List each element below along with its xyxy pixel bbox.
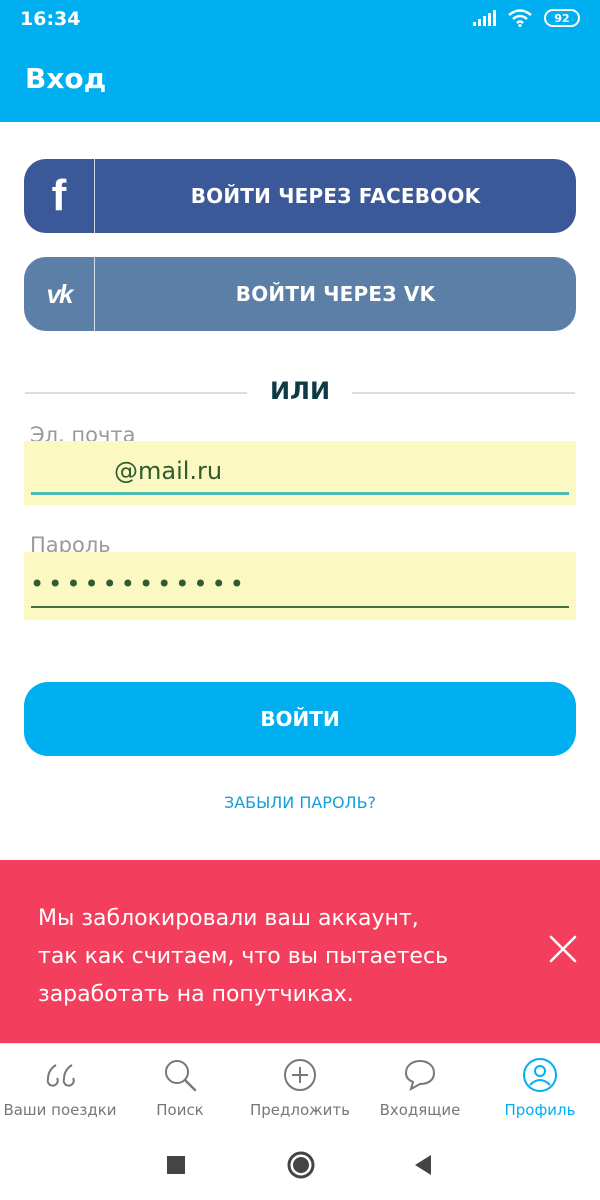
banner-line: так как считаем, что вы пытаетесь (38, 944, 449, 969)
chat-icon (404, 1059, 436, 1092)
password-field[interactable]: •••••••••••• (24, 552, 576, 620)
back-icon[interactable] (413, 1154, 433, 1176)
status-time: 16:34 (20, 8, 81, 30)
bottom-nav: Ваши поездки Поиск Предложить Входящие П… (0, 1043, 600, 1128)
wifi-icon (508, 9, 532, 27)
app-bar: Вход (0, 38, 600, 122)
nav-label: Профиль (504, 1101, 576, 1119)
status-bar: 16:34 92 (0, 0, 600, 38)
search-icon (165, 1060, 197, 1092)
page-title: Вход (25, 62, 107, 95)
email-underline (31, 492, 569, 495)
signal-icon (473, 10, 496, 26)
blocked-account-banner: Мы заблокировали ваш аккаунт, так как сч… (0, 860, 600, 1043)
nav-label: Поиск (156, 1101, 204, 1119)
forgot-password-label: ЗАБЫЛИ ПАРОЛЬ? (223, 793, 377, 812)
login-button-label: ВОЙТИ (260, 707, 340, 731)
facebook-icon: f (24, 159, 95, 233)
battery-level: 92 (554, 11, 570, 25)
nav-item-offer[interactable]: Предложить (240, 1044, 360, 1128)
banner-line: Мы заблокировали ваш аккаунт, (38, 906, 419, 931)
nav-item-profile[interactable]: Профиль (480, 1044, 600, 1128)
home-icon[interactable] (286, 1150, 316, 1180)
profile-icon (523, 1058, 557, 1092)
nav-item-inbox[interactable]: Входящие (360, 1044, 480, 1128)
password-value: •••••••••••• (30, 570, 248, 598)
system-nav-bar (0, 1128, 600, 1200)
vk-login-label: ВОЙТИ ЧЕРЕЗ VK (235, 282, 436, 306)
divider-line-right (352, 392, 575, 394)
quote-icon (46, 1064, 75, 1087)
status-icons: 92 (473, 9, 580, 27)
email-field[interactable]: @mail.ru (24, 441, 576, 505)
nav-label: Входящие (379, 1101, 461, 1119)
password-underline (31, 606, 569, 608)
login-button[interactable]: ВОЙТИ (24, 682, 576, 756)
nav-label: Предложить (249, 1101, 350, 1119)
recent-apps-icon[interactable] (166, 1155, 186, 1175)
vk-icon: vk (24, 257, 95, 331)
divider-or: ИЛИ (269, 377, 331, 405)
vk-login-button[interactable]: vk ВОЙТИ ЧЕРЕЗ VK (24, 257, 576, 331)
close-icon[interactable] (548, 934, 578, 964)
email-value: @mail.ru (114, 457, 223, 485)
nav-label: Ваши поездки (3, 1101, 117, 1119)
forgot-password-link[interactable]: ЗАБЫЛИ ПАРОЛЬ? (0, 793, 600, 812)
plus-circle-icon (284, 1059, 316, 1091)
nav-item-search[interactable]: Поиск (120, 1044, 240, 1128)
facebook-login-label: ВОЙТИ ЧЕРЕЗ FACEBOOK (190, 184, 481, 208)
banner-line: заработать на попутчиках. (38, 982, 354, 1007)
banner-message: Мы заблокировали ваш аккаунт, так как сч… (38, 900, 508, 1014)
nav-item-your-trips[interactable]: Ваши поездки (0, 1044, 120, 1128)
facebook-login-button[interactable]: f ВОЙТИ ЧЕРЕЗ FACEBOOK (24, 159, 576, 233)
battery-icon: 92 (544, 9, 580, 27)
